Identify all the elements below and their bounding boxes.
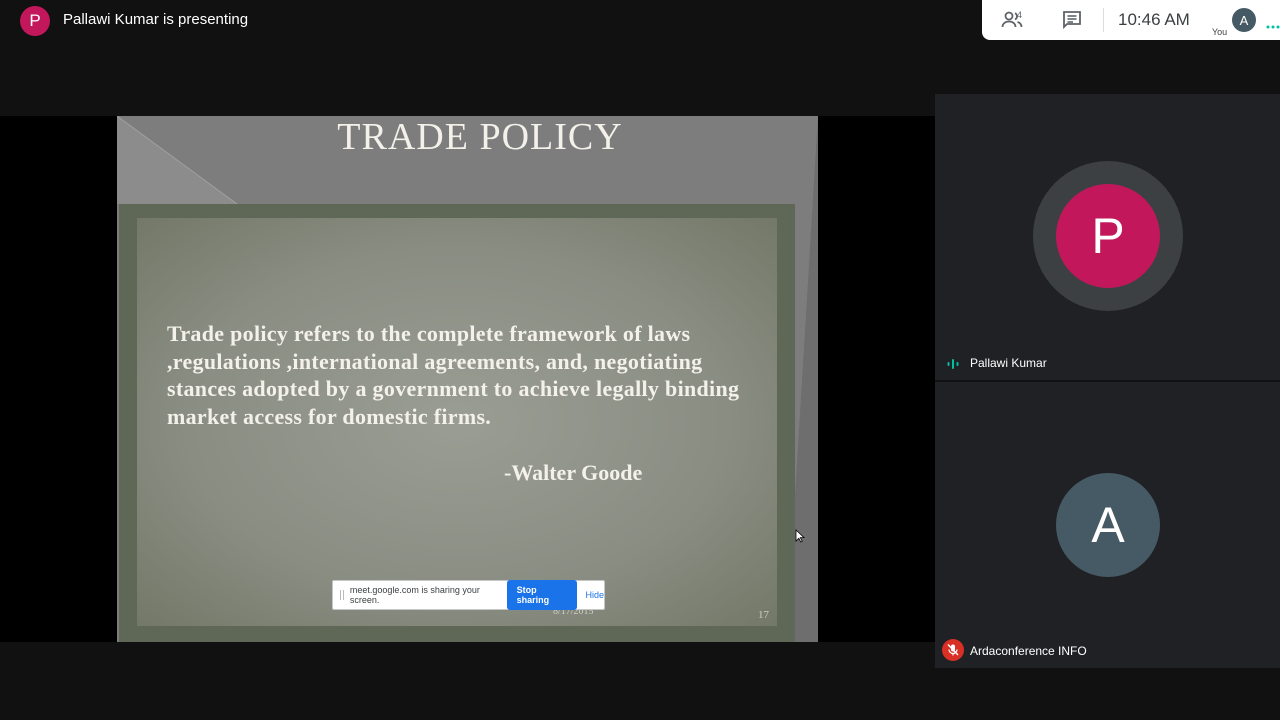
meeting-controls-panel: 4 10:46 AM A You <box>982 0 1280 40</box>
speaking-indicator-icon <box>947 359 959 369</box>
screen-share-notice: meet.google.com is sharing your screen. … <box>332 580 605 610</box>
mic-muted-icon <box>942 639 964 661</box>
slide-page-number: 17 <box>758 609 769 621</box>
self-avatar[interactable]: A <box>1232 8 1256 32</box>
participant-avatar: P <box>1056 184 1160 288</box>
share-message: meet.google.com is sharing your screen. <box>349 585 480 605</box>
participant-name: Pallawi Kumar <box>970 356 1047 370</box>
participant-tile[interactable]: P Pallawi Kumar <box>935 94 1280 380</box>
slide-title: TRADE POLICY <box>337 116 623 158</box>
chat-icon <box>1063 11 1081 30</box>
presenting-status: Pallawi Kumar is presenting <box>63 11 249 28</box>
participant-avatar: A <box>1056 473 1160 577</box>
people-count-badge: 4 <box>1017 10 1023 20</box>
hide-button[interactable]: Hide <box>585 590 604 600</box>
participant-tile[interactable]: A Ardaconference INFO <box>935 382 1280 668</box>
avatar-ring: P <box>1033 161 1183 311</box>
top-bar: P Pallawi Kumar is presenting <box>0 0 980 40</box>
more-options-icon[interactable] <box>1266 24 1280 30</box>
participant-name: Ardaconference INFO <box>970 644 1087 658</box>
divider <box>1103 8 1104 32</box>
mouse-cursor-icon <box>795 529 805 543</box>
you-label: You <box>1212 27 1228 37</box>
clock: 10:46 AM <box>1118 10 1190 29</box>
chat-button[interactable] <box>1060 8 1084 32</box>
slide-author: -Walter Goode <box>504 460 643 485</box>
slide-body: Trade policy refers to the complete fram… <box>167 321 740 429</box>
stop-sharing-button[interactable]: Stop sharing <box>506 580 578 610</box>
drag-handle-icon[interactable] <box>340 590 344 600</box>
presenter-avatar: P <box>20 6 50 36</box>
